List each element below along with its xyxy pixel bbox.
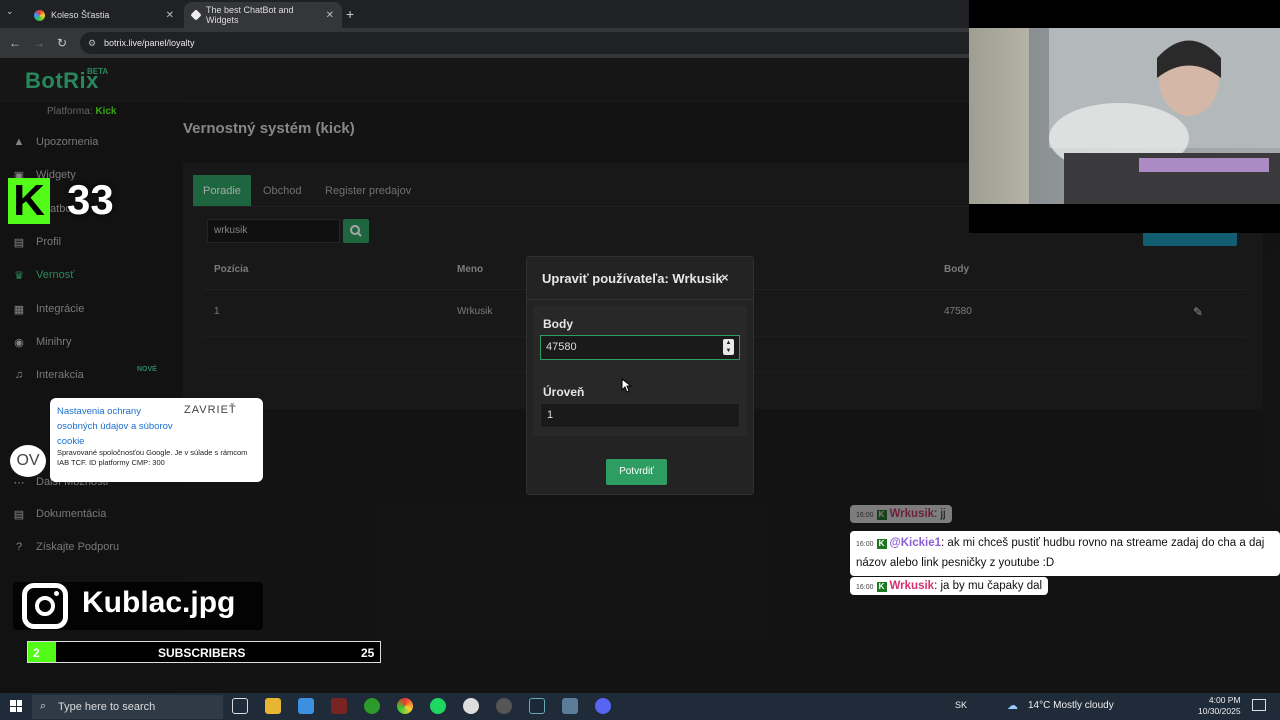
confirm-button[interactable]: Potvrdiť (606, 459, 667, 485)
taskbar-search[interactable]: Type here to search (32, 695, 223, 719)
obs-icon[interactable] (496, 698, 512, 714)
points-input[interactable]: 47580 (540, 335, 740, 360)
spotify-icon[interactable] (430, 698, 446, 714)
clock[interactable]: 4:00 PM 10/30/2025 (1198, 695, 1241, 717)
browser-tab-active[interactable]: The best ChatBot and Widgets ✕ (184, 2, 342, 28)
kick-icon: K (876, 510, 887, 520)
subscriber-goal: 25 (361, 646, 375, 660)
store-icon[interactable] (298, 698, 314, 714)
modal-divider (527, 299, 753, 300)
search-icon: ⌕ (40, 700, 47, 712)
task-view-icon[interactable] (232, 698, 248, 714)
site-info-icon[interactable]: ⚙ (88, 32, 96, 54)
tab-list-icon[interactable]: ⌄ (6, 6, 14, 17)
subscriber-current: 2 (33, 646, 40, 660)
app-icon[interactable] (562, 698, 578, 714)
kick-count: 33 (67, 176, 114, 223)
new-tab-button[interactable]: + (346, 6, 354, 22)
forward-icon[interactable]: → (30, 34, 48, 52)
chat-message: 16:00 K Wrkusik: ja by mu čapaky dal (850, 577, 1049, 595)
notification-icon[interactable] (1252, 699, 1266, 711)
level-input[interactable]: 1 (540, 403, 740, 428)
instagram-handle: Kublac.jpg (82, 586, 236, 619)
level-label: Úroveň (543, 385, 585, 399)
cookie-close-button[interactable]: ZAVRIEŤ (184, 404, 237, 416)
chrome-icon[interactable] (397, 698, 413, 714)
kick-icon: K (876, 539, 887, 549)
back-icon[interactable]: ← (6, 34, 24, 52)
close-icon[interactable]: × (721, 270, 729, 285)
kick-icon: K (876, 582, 887, 592)
webcam-image (969, 28, 1280, 204)
file-explorer-icon[interactable] (265, 698, 281, 714)
reload-icon[interactable]: ↻ (53, 34, 71, 52)
browser-tab[interactable]: Koleso Šťastia ✕ (26, 2, 182, 28)
botrix-favicon-icon (190, 9, 202, 21)
webcam-feed (969, 28, 1280, 204)
discord-icon[interactable] (595, 698, 611, 714)
chat-message: 16:00 K Wrkusik: jj (850, 505, 952, 523)
kick-logo-badge: K (8, 178, 50, 224)
app-icon[interactable] (463, 698, 479, 714)
cookie-settings-link[interactable]: Nastavenia ochrany osobných údajov a súb… (57, 404, 182, 449)
address-bar[interactable]: ⚙ botrix.live/panel/loyalty (80, 32, 980, 54)
number-spinner[interactable]: ▲ ▼ (723, 339, 734, 355)
modal-title: Upraviť používateľa: Wrkusik (542, 271, 723, 286)
cookie-text: Spravované spoločnosťou Google. Je v súl… (57, 448, 248, 467)
windows-start-icon[interactable] (10, 700, 22, 712)
subscriber-label: SUBSCRIBERS (158, 646, 246, 660)
weather-icon: ☁ (1007, 700, 1018, 712)
xbox-icon[interactable] (364, 698, 380, 714)
instagram-icon (22, 583, 68, 629)
wheel-icon (34, 9, 45, 21)
close-tab-icon[interactable]: ✕ (166, 10, 174, 21)
close-tab-icon[interactable]: ✕ (326, 10, 334, 21)
app-icon[interactable] (331, 698, 347, 714)
steam-icon[interactable] (529, 698, 545, 714)
weather-text[interactable]: 14°C Mostly cloudy (1028, 700, 1114, 711)
language-indicator[interactable]: SK (955, 700, 967, 710)
cookie-badge[interactable]: OV (10, 445, 46, 477)
chat-message: 16:00 K @Kickie1: ak mi chceš pustiť hudbu… (850, 531, 1280, 576)
mouse-cursor-icon (621, 378, 633, 393)
points-label: Body (543, 317, 573, 331)
